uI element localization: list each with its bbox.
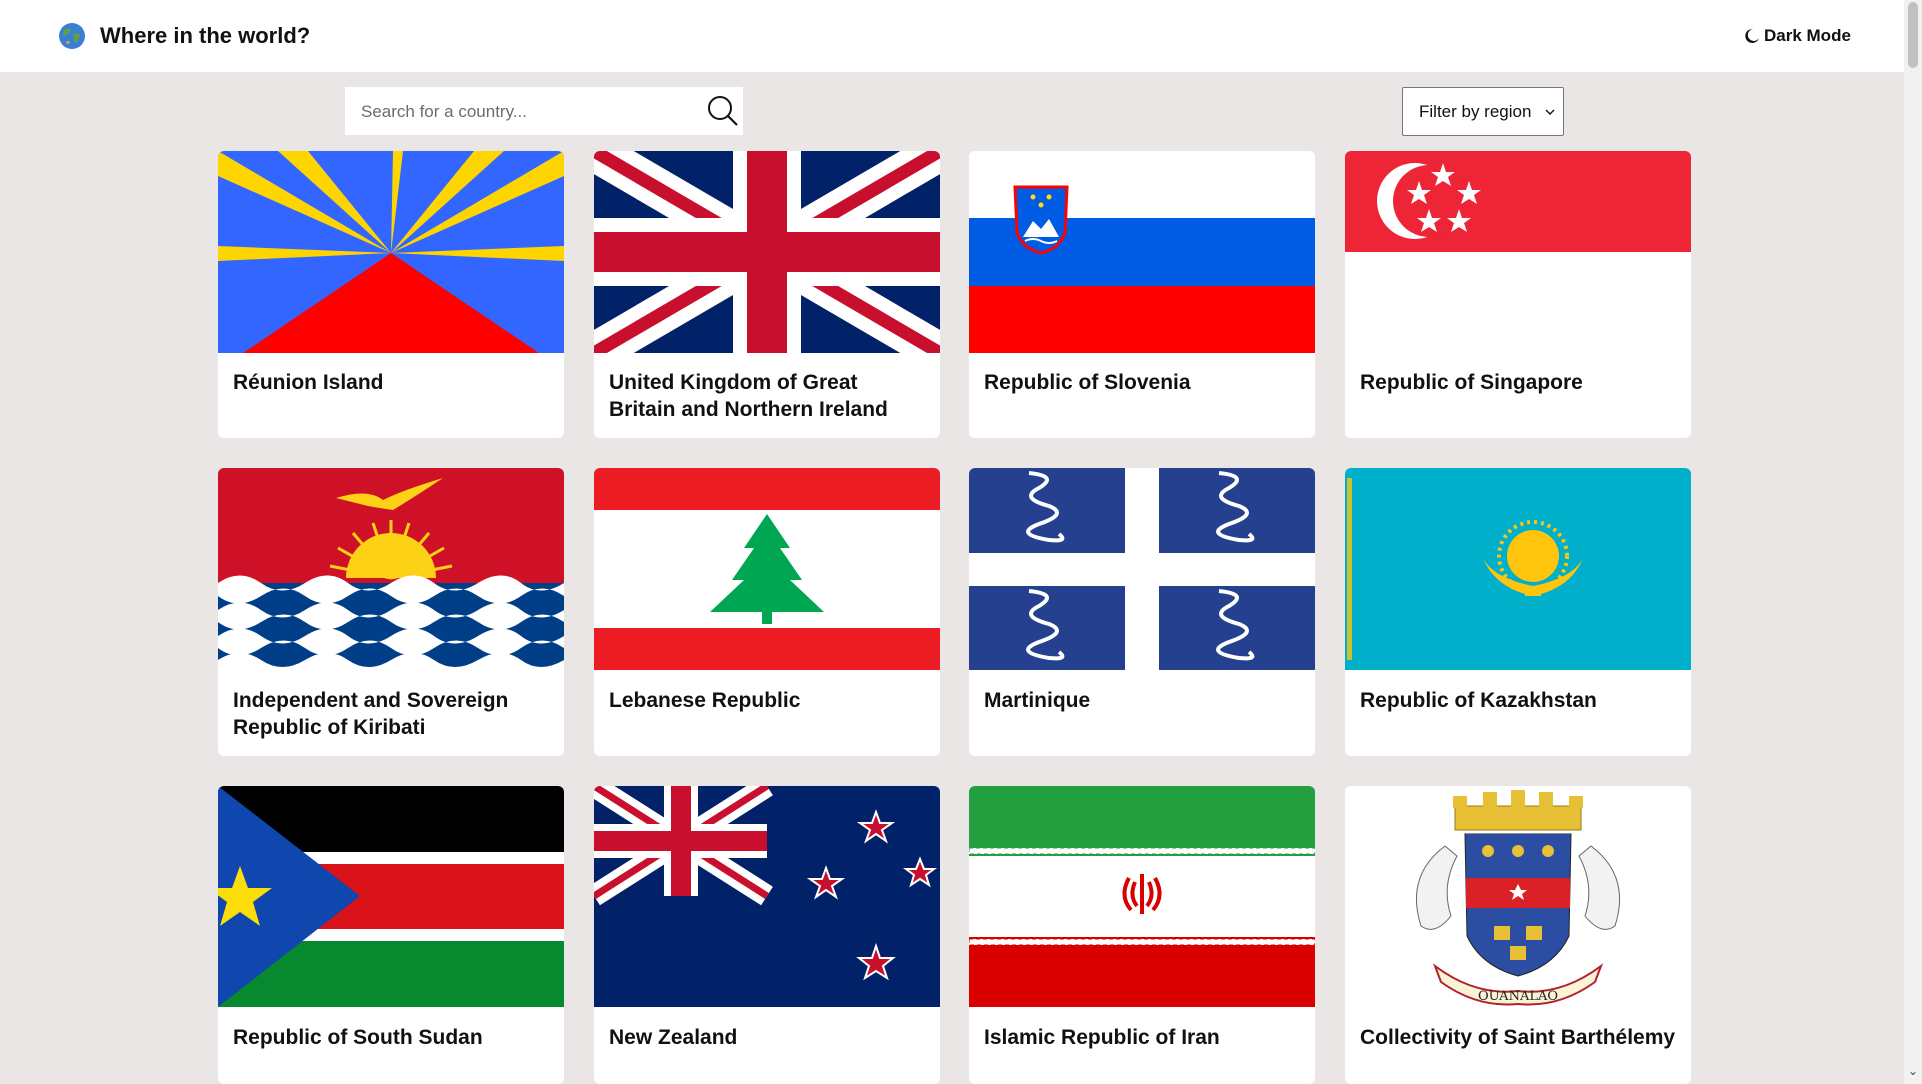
flag-singapore xyxy=(1345,151,1691,353)
country-name: Republic of South Sudan xyxy=(233,1026,483,1049)
country-card[interactable]: Independent and Sovereign Republic of Ki… xyxy=(218,468,564,756)
flag-kiribati xyxy=(218,468,564,670)
scrollbar-track[interactable] xyxy=(1904,0,1922,1084)
flag-slovenia xyxy=(969,151,1315,353)
flag-united-kingdom xyxy=(594,151,940,353)
app-title: Where in the world? xyxy=(100,23,311,48)
country-name: Réunion Island xyxy=(233,371,384,394)
dark-mode-label: Dark Mode xyxy=(1764,26,1851,45)
country-card[interactable]: Lebanese Republic xyxy=(594,468,940,756)
flag-south-sudan xyxy=(218,786,564,1007)
flag-kazakhstan xyxy=(1345,468,1691,670)
country-card[interactable]: United Kingdom of Great Britain and Nort… xyxy=(594,151,940,438)
country-card[interactable]: Republic of South Sudan xyxy=(218,786,564,1084)
country-name: Lebanese Republic xyxy=(609,689,801,712)
country-name: Republic of Kazakhstan xyxy=(1360,689,1597,712)
flag-new-zealand xyxy=(594,786,940,1007)
flag-reunion xyxy=(218,151,564,353)
scrollbar-thumb[interactable] xyxy=(1908,2,1918,68)
saint-barthelemy-motto: OUANALAO xyxy=(1478,989,1558,1004)
search-input[interactable] xyxy=(359,87,693,137)
country-card[interactable]: Islamic Republic of Iran xyxy=(969,786,1315,1084)
scroll-down-arrow-icon[interactable]: ⌄ xyxy=(1906,1064,1920,1078)
flag-martinique xyxy=(969,468,1315,670)
country-name: Islamic Republic of Iran xyxy=(984,1026,1220,1049)
globe-icon xyxy=(59,23,85,49)
app-header: Where in the world? Dark Mode xyxy=(0,0,1904,72)
country-card[interactable]: Republic of Singapore xyxy=(1345,151,1691,438)
flag-lebanon xyxy=(594,468,940,670)
country-card[interactable]: Republic of Slovenia xyxy=(969,151,1315,438)
search-box xyxy=(344,86,744,137)
country-name: Martinique xyxy=(984,689,1091,712)
country-card[interactable]: New Zealand xyxy=(594,786,940,1084)
moon-icon xyxy=(1745,28,1759,43)
chevron-down-icon xyxy=(1545,109,1555,115)
country-name: Republic of Slovenia xyxy=(984,371,1191,394)
country-card[interactable]: Republic of Kazakhstan xyxy=(1345,468,1691,756)
region-filter-select[interactable]: Filter by region xyxy=(1402,87,1564,136)
country-name: Republic of Singapore xyxy=(1360,371,1583,394)
country-card[interactable]: Martinique xyxy=(969,468,1315,756)
region-filter-label: Filter by region xyxy=(1419,101,1532,121)
flag-iran xyxy=(969,786,1315,1007)
country-name: New Zealand xyxy=(609,1026,738,1049)
country-name: Collectivity of Saint Barthélemy xyxy=(1360,1026,1676,1049)
country-card[interactable]: Réunion Island xyxy=(218,151,564,438)
country-name: United Kingdom of Great Britain and Nort… xyxy=(609,371,888,421)
country-card[interactable]: OUANALAO Collectivity of Saint Barthélem… xyxy=(1345,786,1691,1084)
country-name: Independent and Sovereign Republic of Ki… xyxy=(233,689,509,739)
flag-saint-barthelemy: OUANALAO xyxy=(1345,786,1691,1007)
search-icon[interactable] xyxy=(707,95,739,127)
dark-mode-toggle[interactable]: Dark Mode xyxy=(1744,24,1851,48)
